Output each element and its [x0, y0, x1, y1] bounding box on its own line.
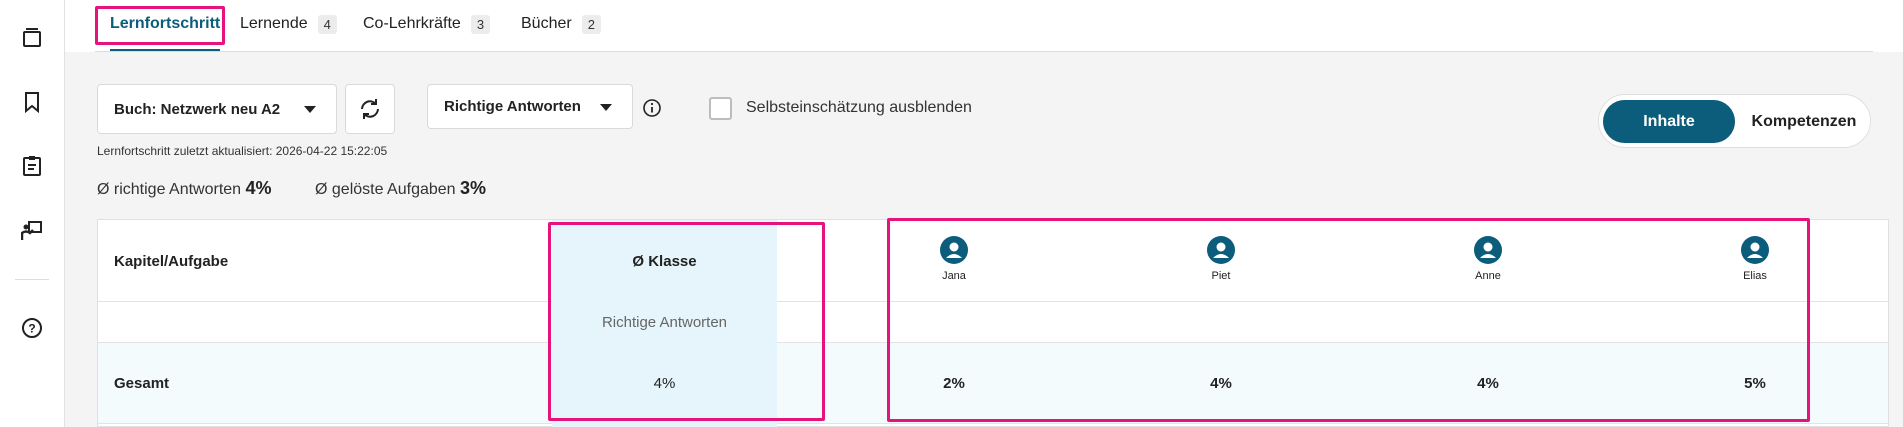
book-select-label: Buch: Netzwerk neu A2 [114, 100, 281, 118]
tab-co-lehrkraefte[interactable]: Co-Lehrkräfte 3 [363, 10, 491, 38]
stat-label: Ø gelöste Aufgaben [315, 181, 456, 198]
caret-down-icon [304, 106, 316, 113]
book-stack-icon[interactable] [20, 25, 44, 49]
toggle-inhalte[interactable]: Inhalte [1603, 100, 1735, 143]
svg-text:?: ? [28, 322, 35, 336]
tab-buecher[interactable]: Bücher 2 [521, 10, 601, 38]
tab-count-badge: 2 [581, 14, 601, 34]
help-icon[interactable]: ? [20, 316, 44, 340]
stat-value: 4% [245, 178, 272, 198]
tab-label: Bücher [521, 15, 572, 32]
tab-count-badge: 3 [470, 14, 491, 34]
tab-label: Lernende [240, 15, 308, 32]
row-label: Gesamt [114, 375, 170, 392]
highlight-box-tab [95, 6, 225, 45]
metric-select-label: Richtige Antworten [444, 98, 581, 115]
self-assessment-label: Selbsteinschätzung ausblenden [746, 99, 972, 116]
last-updated-text: Lernfortschritt zuletzt aktualisiert: 20… [97, 144, 388, 158]
side-rail: ? [0, 0, 65, 427]
self-assessment-checkbox[interactable] [709, 97, 732, 120]
refresh-icon [361, 99, 379, 119]
book-select[interactable]: Buch: Netzwerk neu A2 [97, 84, 337, 134]
toggle-kompetenzen[interactable]: Kompetenzen [1739, 100, 1869, 143]
refresh-button[interactable] [345, 84, 395, 134]
info-icon[interactable] [642, 98, 662, 118]
rail-divider [15, 279, 49, 280]
metric-select[interactable]: Richtige Antworten [427, 84, 633, 129]
stat-value: 3% [460, 178, 487, 198]
teacher-board-icon[interactable] [20, 218, 44, 242]
caret-down-icon [600, 103, 612, 111]
tab-bar: Lernfortschritt Lernende 4 Co-Lehrkräfte… [65, 0, 1903, 52]
stat-label: Ø richtige Antworten [97, 181, 242, 198]
highlight-box-students [887, 218, 1810, 422]
clipboard-icon[interactable] [20, 153, 44, 177]
tab-count-badge: 4 [317, 14, 337, 34]
chapter-header: Kapitel/Aufgabe [114, 252, 229, 270]
view-toggle: Inhalte Kompetenzen [1598, 94, 1871, 148]
tab-label: Co-Lehrkräfte [363, 15, 461, 32]
highlight-box-class-column [548, 222, 825, 421]
tab-lernende[interactable]: Lernende 4 [240, 10, 337, 38]
stat-solved-tasks: Ø gelöste Aufgaben 3% [315, 178, 486, 199]
stat-correct-answers: Ø richtige Antworten 4% [97, 178, 272, 199]
tab-bar-divider [95, 51, 1873, 52]
bookmark-icon[interactable] [20, 90, 44, 114]
